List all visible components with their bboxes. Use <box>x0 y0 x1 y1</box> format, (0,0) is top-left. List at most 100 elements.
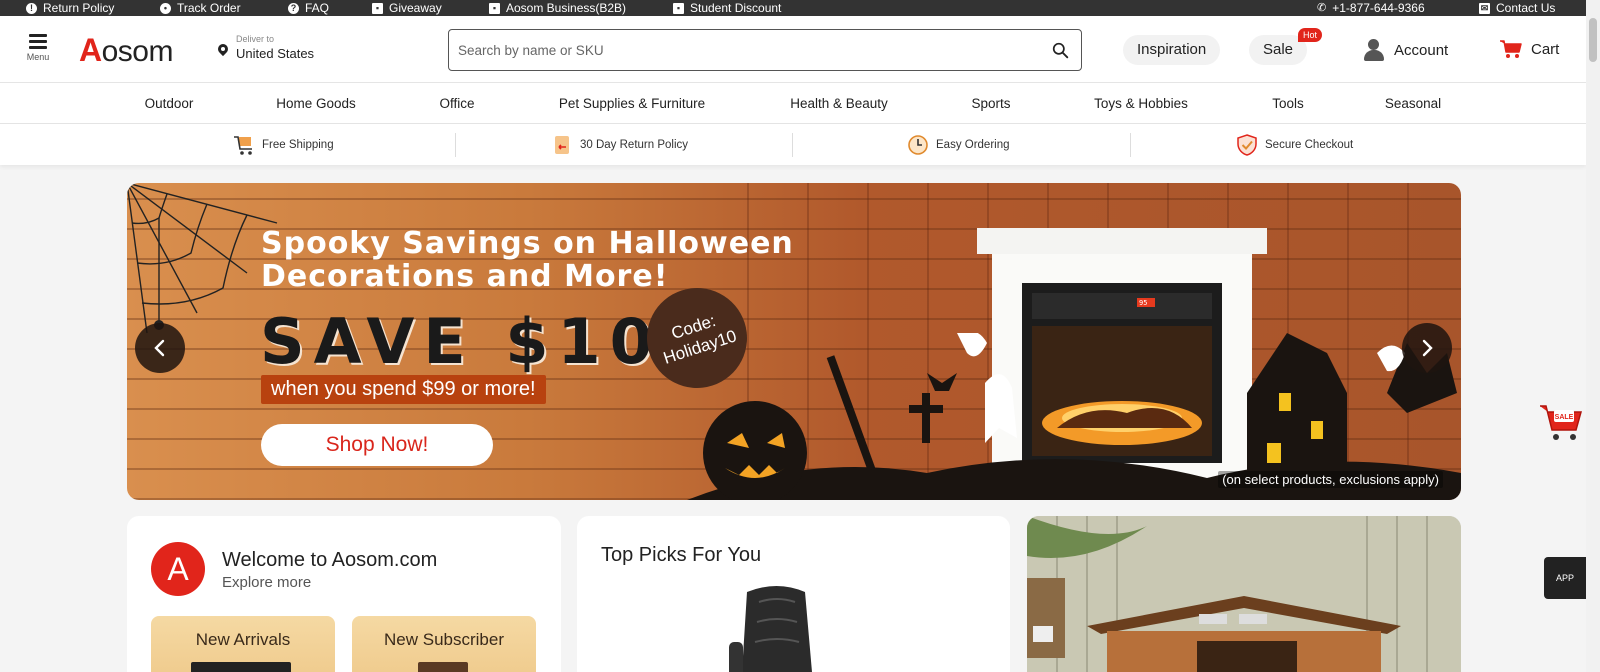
return-policy-link[interactable]: ! Return Policy <box>26 0 114 16</box>
welcome-title: Welcome to Aosom.com <box>222 549 438 571</box>
shield-check-icon <box>1237 133 1257 156</box>
chevron-left-icon <box>154 339 165 357</box>
student-discount-link[interactable]: ▪ Student Discount <box>673 0 781 16</box>
shipping-cart-icon <box>234 135 252 155</box>
hero-headline-line2: Decorations and More! <box>261 259 669 294</box>
top-utility-bar: ! Return Policy • Track Order ? FAQ ▪ Gi… <box>0 0 1600 16</box>
svg-text:SALE: SALE <box>1555 414 1574 421</box>
student-discount-label: Student Discount <box>690 0 782 15</box>
search-input[interactable] <box>449 30 1029 70</box>
new-subscriber-label: New Subscriber <box>384 630 504 649</box>
carousel-next-button[interactable] <box>1402 323 1452 373</box>
track-order-link[interactable]: • Track Order <box>160 0 241 16</box>
deliver-to-label: Deliver to <box>236 34 275 44</box>
mail-icon: ✉ <box>1479 2 1490 14</box>
divider <box>1130 133 1131 157</box>
category-toys-hobbies[interactable]: Toys & Hobbies <box>1094 83 1188 124</box>
top-picks-card[interactable]: Top Picks For You <box>577 516 1010 672</box>
inspiration-button[interactable]: Inspiration <box>1123 35 1221 65</box>
gift-icon: ▪ <box>372 2 383 14</box>
explore-more-link[interactable]: Explore more <box>222 574 311 591</box>
spend-threshold: when you spend $99 or more! <box>261 375 546 404</box>
exclusions-note: (on select products, exclusions apply) <box>1218 471 1443 488</box>
cart-icon <box>1500 40 1522 58</box>
welcome-card: A Welcome to Aosom.com Explore more New … <box>127 516 561 672</box>
hero-headline: Spooky Savings on Halloween Decorations … <box>261 227 794 293</box>
location-pin-icon <box>218 44 228 58</box>
hero-headline-line1: Spooky Savings on Halloween <box>261 226 794 261</box>
contact-us-label: Contact Us <box>1496 0 1556 15</box>
search-box <box>448 29 1082 71</box>
product-image <box>418 662 468 672</box>
category-tools[interactable]: Tools <box>1272 83 1304 124</box>
cart-link[interactable]: Cart <box>1499 39 1559 59</box>
benefit-return-policy-label: 30 Day Return Policy <box>580 138 689 151</box>
top-picks-title: Top Picks For You <box>601 544 762 566</box>
category-office[interactable]: Office <box>439 83 474 124</box>
contact-us-link[interactable]: ✉ Contact Us <box>1479 0 1555 16</box>
return-box-icon <box>555 135 569 154</box>
divider <box>455 133 456 157</box>
benefit-easy-ordering: Easy Ordering <box>907 124 1010 165</box>
category-seasonal[interactable]: Seasonal <box>1385 83 1441 124</box>
category-nav: Outdoor Home Goods Office Pet Supplies &… <box>0 83 1586 124</box>
new-arrivals-label: New Arrivals <box>195 630 291 649</box>
benefits-bar: Free Shipping 30 Day Return Policy Easy … <box>0 124 1586 165</box>
logo-letter: A <box>79 32 102 68</box>
logo-text: osom <box>101 35 174 68</box>
hot-badge: Hot <box>1298 28 1323 42</box>
site-header: Menu Aosom Deliver to United States Insp… <box>0 16 1586 83</box>
product-image <box>191 662 291 672</box>
giveaway-label: Giveaway <box>389 0 442 15</box>
b2b-link[interactable]: ▪ Aosom Business(B2B) <box>489 0 626 16</box>
faq-label: FAQ <box>305 0 330 15</box>
new-subscriber-tile[interactable]: New Subscriber <box>352 616 536 672</box>
faq-link[interactable]: ? FAQ <box>288 0 329 16</box>
clock-24-icon <box>908 134 928 155</box>
menu-button[interactable]: Menu <box>24 34 52 68</box>
giveaway-link[interactable]: ▪ Giveaway <box>372 0 442 16</box>
benefit-secure-checkout-label: Secure Checkout <box>1265 138 1354 151</box>
scrollbar-thumb[interactable] <box>1589 18 1597 62</box>
phone-link[interactable]: ✆ +1-877-644-9366 <box>1317 0 1425 16</box>
account-icon <box>1362 39 1386 61</box>
search-icon[interactable] <box>1052 42 1069 59</box>
b2b-label: Aosom Business(B2B) <box>506 0 627 15</box>
featured-shed-card[interactable] <box>1027 516 1461 672</box>
benefit-return-policy: 30 Day Return Policy <box>551 124 688 165</box>
phone-icon: ✆ <box>1317 1 1327 14</box>
truck-icon: • <box>160 2 171 14</box>
deliver-to-selector[interactable]: Deliver to United States <box>218 34 314 61</box>
deliver-to-country: United States <box>236 46 315 61</box>
chevron-right-icon <box>1422 339 1433 357</box>
benefit-easy-ordering-label: Easy Ordering <box>936 138 1010 151</box>
garden-shed-image <box>1027 516 1461 672</box>
hero-banner[interactable]: Spooky Savings on Halloween Decorations … <box>127 183 1461 500</box>
hamburger-icon <box>24 34 52 49</box>
shop-now-button[interactable]: Shop Now! <box>261 424 493 466</box>
sale-cart-icon[interactable]: SALE <box>1536 396 1586 446</box>
track-order-label: Track Order <box>177 0 241 15</box>
new-arrivals-tile[interactable]: New Arrivals <box>151 616 335 672</box>
account-label: Account <box>1394 41 1449 59</box>
save-amount: SAVE $10 <box>260 305 662 378</box>
category-health-beauty[interactable]: Health & Beauty <box>790 83 888 124</box>
app-download-button[interactable]: APP <box>1544 557 1586 599</box>
category-outdoor[interactable]: Outdoor <box>145 83 194 124</box>
divider <box>792 133 793 157</box>
carousel-prev-button[interactable] <box>135 323 185 373</box>
office-chair-image <box>729 586 812 672</box>
page-scrollbar[interactable] <box>1586 0 1600 672</box>
category-home-goods[interactable]: Home Goods <box>276 83 356 124</box>
account-link[interactable]: Account <box>1362 39 1448 61</box>
briefcase-icon: ▪ <box>489 2 500 14</box>
avatar: A <box>151 542 205 596</box>
info-icon: ! <box>26 2 37 14</box>
category-sports[interactable]: Sports <box>971 83 1010 124</box>
benefit-free-shipping-label: Free Shipping <box>262 138 334 151</box>
category-pet-supplies[interactable]: Pet Supplies & Furniture <box>559 83 705 124</box>
aosom-logo[interactable]: Aosom <box>79 32 173 69</box>
menu-label: Menu <box>26 52 50 62</box>
phone-number: +1-877-644-9366 <box>1332 0 1425 15</box>
cart-label: Cart <box>1531 40 1560 58</box>
